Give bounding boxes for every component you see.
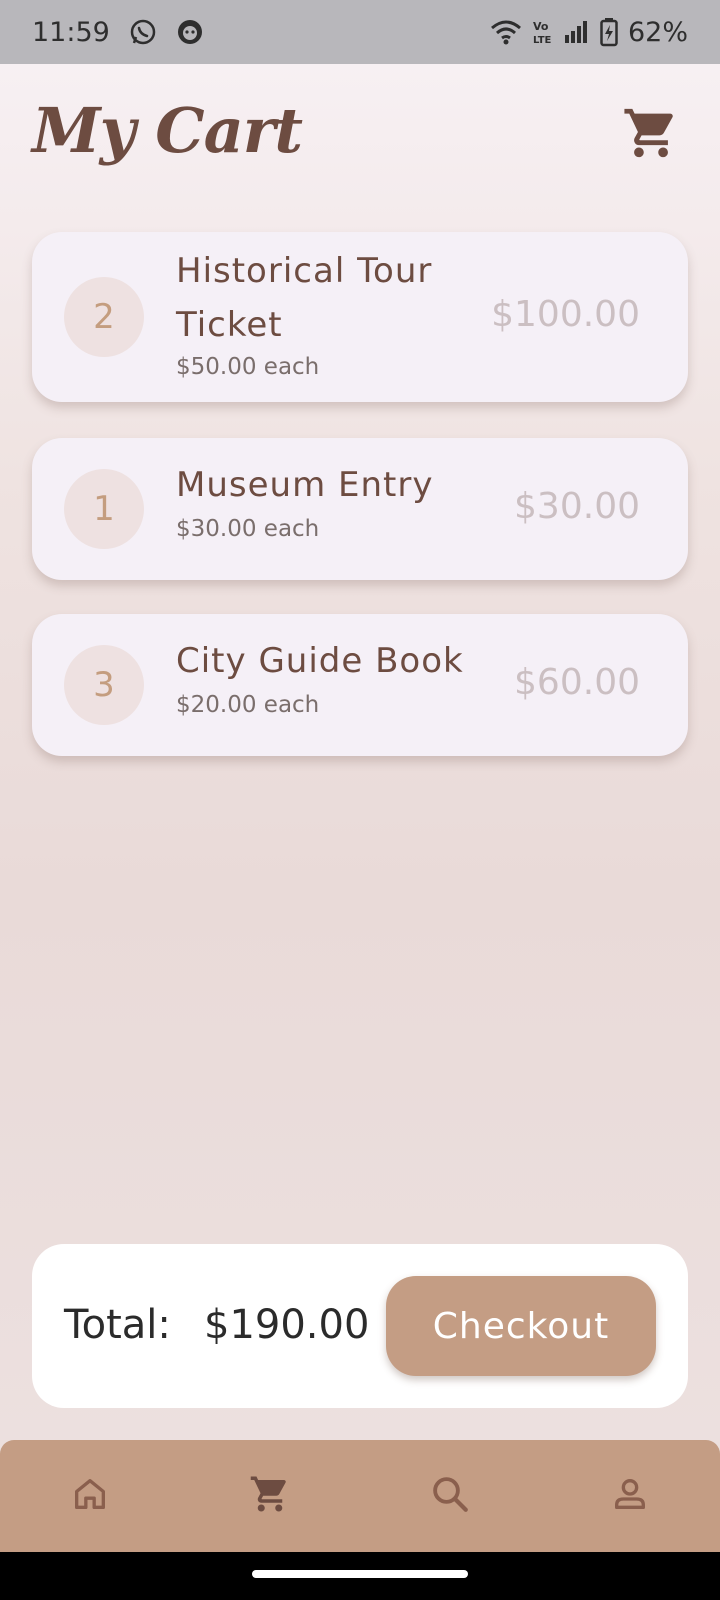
- system-gesture-area: [0, 1552, 720, 1600]
- header: My Cart: [32, 94, 688, 204]
- app-notification-icon: [176, 18, 204, 46]
- cart-screen: My Cart 2 Historical Tour Ticket $50.00 …: [0, 64, 720, 1440]
- whatsapp-icon: [128, 17, 158, 47]
- nav-search[interactable]: [405, 1451, 495, 1541]
- item-name: City Guide Book: [176, 641, 464, 681]
- item-name: Museum Entry: [176, 465, 434, 505]
- nav-cart[interactable]: [225, 1451, 315, 1541]
- quantity-badge: 1: [64, 469, 144, 549]
- item-unit-price: $20.00 each: [176, 692, 320, 718]
- status-bar: 11:59 Vo LTE 62%: [0, 0, 720, 64]
- item-unit-price: $50.00 each: [176, 354, 320, 380]
- svg-text:LTE: LTE: [533, 35, 552, 46]
- bottom-nav: [0, 1440, 720, 1552]
- cart-icon[interactable]: [622, 104, 680, 166]
- quantity-badge: 3: [64, 645, 144, 725]
- signal-icon: [564, 19, 590, 45]
- cart-item[interactable]: 1 Museum Entry $30.00 each $30.00: [32, 438, 688, 580]
- search-icon: [429, 1473, 471, 1519]
- nav-profile[interactable]: [585, 1451, 675, 1541]
- cart-item[interactable]: 3 City Guide Book $20.00 each $60.00: [32, 614, 688, 756]
- volte-icon: Vo LTE: [532, 18, 554, 46]
- order-summary: Total: $190.00 Checkout: [32, 1244, 688, 1408]
- page-title: My Cart: [32, 94, 303, 167]
- battery-charging-icon: [600, 17, 618, 47]
- item-name: Historical Tour Ticket: [176, 251, 433, 345]
- total-label: Total:: [64, 1302, 171, 1348]
- total-value: $190.00: [204, 1302, 370, 1348]
- profile-icon: [610, 1474, 650, 1518]
- item-unit-price: $30.00 each: [176, 516, 320, 542]
- item-line-total: $60.00: [514, 662, 640, 703]
- wifi-icon: [490, 18, 522, 46]
- svg-text:Vo: Vo: [533, 20, 549, 33]
- cart-icon: [249, 1473, 291, 1519]
- home-gesture-bar[interactable]: [252, 1570, 468, 1578]
- item-line-total: $100.00: [491, 294, 640, 335]
- status-time: 11:59: [32, 16, 110, 48]
- item-line-total: $30.00: [514, 486, 640, 527]
- battery-percent: 62%: [627, 16, 688, 48]
- checkout-button[interactable]: Checkout: [386, 1276, 656, 1376]
- cart-item[interactable]: 2 Historical Tour Ticket $50.00 each $10…: [32, 232, 688, 402]
- nav-home[interactable]: [45, 1451, 135, 1541]
- quantity-badge: 2: [64, 277, 144, 357]
- home-icon: [70, 1474, 110, 1518]
